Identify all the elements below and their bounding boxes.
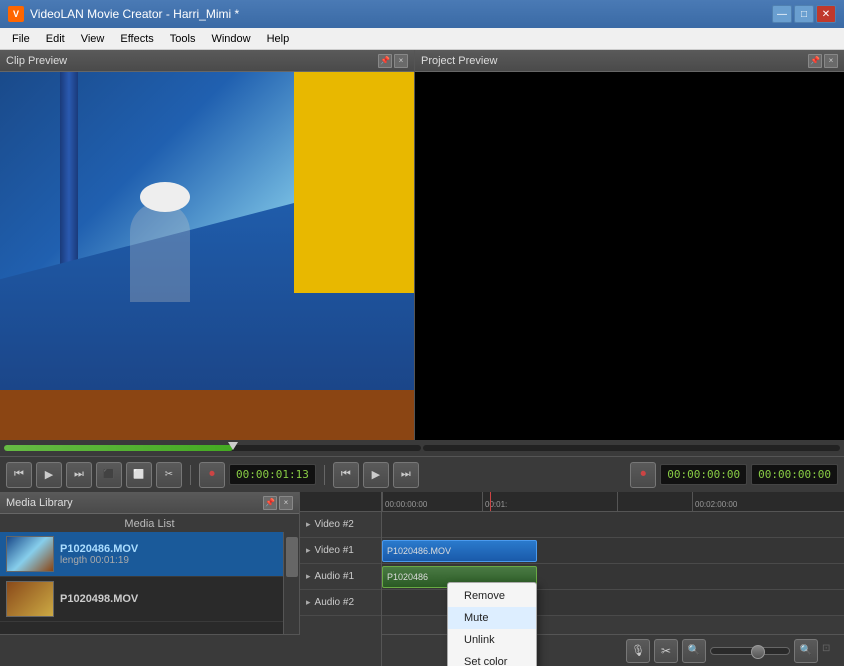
zoom-thumb — [751, 645, 765, 659]
media-name-1: P1020486.MOV — [60, 543, 277, 555]
cut-button[interactable]: ✂ — [654, 639, 678, 663]
menu-window[interactable]: Window — [203, 31, 258, 47]
track-label-audio1: ▸ Audio #1 — [300, 564, 381, 590]
menu-effects[interactable]: Effects — [112, 31, 161, 47]
main-content: Clip Preview 📌 × — [0, 50, 844, 666]
media-lib-pin[interactable]: 📌 — [263, 496, 277, 510]
minimize-button[interactable]: — — [772, 5, 792, 23]
separator-1 — [190, 465, 191, 485]
ruler-tick-3: 00:02:00:00 — [692, 492, 737, 511]
seek-bar-right[interactable] — [423, 445, 840, 451]
project-preview-close[interactable]: × — [824, 54, 838, 68]
separator-2 — [324, 465, 325, 485]
menu-bar: File Edit View Effects Tools Window Help — [0, 28, 844, 50]
menu-view[interactable]: View — [73, 31, 113, 47]
project-video-area — [415, 72, 844, 440]
seek-progress — [4, 445, 233, 451]
menu-tools[interactable]: Tools — [162, 31, 204, 47]
media-item-1[interactable]: P1020486.MOV length 00:01:19 — [0, 532, 283, 577]
track-row-video1[interactable]: P1020486.MOV — [382, 538, 844, 564]
resize-grip[interactable]: ⊡ — [822, 643, 838, 659]
window-title: VideoLAN Movie Creator - Harri_Mimi * — [30, 7, 766, 21]
transport-right-play[interactable]: ▶ — [363, 462, 389, 488]
ctx-set-color[interactable]: Set color — [448, 651, 536, 666]
timecode-right2: 00:00:00:00 — [751, 464, 838, 485]
app-icon: V — [8, 6, 24, 22]
menu-help[interactable]: Help — [259, 31, 298, 47]
window-controls: — □ ✕ — [772, 5, 836, 23]
media-scrollbar[interactable] — [283, 532, 299, 636]
clip-preview-pin[interactable]: 📌 — [378, 54, 392, 68]
bottom-section: Media Library 📌 × Media List P1020486.MO… — [0, 492, 844, 666]
track-label-video1: ▸ Video #1 — [300, 538, 381, 564]
timecode-right: 00:00:00:00 — [660, 464, 747, 485]
maximize-button[interactable]: □ — [794, 5, 814, 23]
transport-record[interactable]: ⏺ — [199, 462, 225, 488]
ctx-remove[interactable]: Remove — [448, 585, 536, 607]
media-length-1: length 00:01:19 — [60, 555, 277, 566]
media-list-label: Media List — [0, 514, 299, 532]
track-label-audio2: ▸ Audio #2 — [300, 590, 381, 616]
zoom-in-button[interactable]: 🔍 — [794, 639, 818, 663]
clip-preview-header: Clip Preview 📌 × — [0, 50, 414, 72]
ctx-unlink[interactable]: Unlink — [448, 629, 536, 651]
mic-button[interactable]: 🎙 — [626, 639, 650, 663]
timecode-left: 00:00:01:13 — [229, 464, 316, 485]
project-preview-header: Project Preview 📌 × — [415, 50, 844, 72]
close-button[interactable]: ✕ — [816, 5, 836, 23]
ruler-tick-2 — [617, 492, 620, 511]
transport-skip-fwd[interactable]: ⏭ — [66, 462, 92, 488]
project-preview-pin[interactable]: 📌 — [808, 54, 822, 68]
clip-preview-title: Clip Preview — [6, 55, 67, 67]
track-ruler-label — [300, 492, 381, 512]
transport-play[interactable]: ▶ — [36, 462, 62, 488]
clip-preview-close[interactable]: × — [394, 54, 408, 68]
track-row-video2 — [382, 512, 844, 538]
zoom-slider[interactable] — [710, 647, 790, 655]
transport-right-skip-fwd[interactable]: ⏭ — [393, 462, 419, 488]
seek-bar-row — [0, 440, 844, 456]
transport-row: ⏮ ▶ ⏭ ⬛ ⬜ ✂ ⏺ 00:00:01:13 ⏮ ▶ ⏭ ⏺ 00:00:… — [0, 456, 844, 492]
media-library-header: Media Library 📌 × — [0, 492, 299, 514]
media-name-2: P1020498.MOV — [60, 593, 277, 605]
bottom-toolbar: 🎙 ✂ 🔍 🔍 ⊡ — [0, 634, 844, 666]
transport-split[interactable]: ⬜ — [126, 462, 152, 488]
transport-record-right[interactable]: ⏺ — [630, 462, 656, 488]
media-thumb-2 — [6, 581, 54, 617]
playhead — [490, 492, 491, 512]
project-preview-panel: Project Preview 📌 × — [415, 50, 844, 440]
ruler-tick-0: 00:00:00:00 — [382, 492, 427, 511]
preview-row: Clip Preview 📌 × — [0, 50, 844, 440]
transport-skip-back[interactable]: ⏮ — [6, 462, 32, 488]
timeline-ruler: 00:00:00:00 00:01: 00:02:00:00 00:03:00:… — [382, 492, 844, 512]
seek-thumb — [228, 442, 238, 450]
media-library-title: Media Library — [6, 497, 73, 509]
project-preview-title: Project Preview — [421, 55, 497, 67]
media-list-area: P1020486.MOV length 00:01:19 P1020498.MO… — [0, 532, 299, 636]
context-menu: Remove Mute Unlink Set color — [447, 582, 537, 666]
media-thumb-1 — [6, 536, 54, 572]
title-bar: V VideoLAN Movie Creator - Harri_Mimi * … — [0, 0, 844, 28]
transport-cut[interactable]: ✂ — [156, 462, 182, 488]
scrollbar-thumb — [286, 537, 298, 577]
menu-edit[interactable]: Edit — [38, 31, 73, 47]
ctx-mute[interactable]: Mute — [448, 607, 536, 629]
zoom-out-button[interactable]: 🔍 — [682, 639, 706, 663]
clip-video1[interactable]: P1020486.MOV — [382, 540, 537, 562]
menu-file[interactable]: File — [4, 31, 38, 47]
clip-preview-panel: Clip Preview 📌 × — [0, 50, 415, 440]
transport-extract[interactable]: ⬛ — [96, 462, 122, 488]
seek-bar[interactable] — [4, 445, 421, 451]
ruler-tick-1: 00:01: — [482, 492, 507, 511]
track-labels: ▸ Video #2 ▸ Video #1 ▸ Audio #1 ▸ Audio… — [300, 492, 382, 666]
media-lib-close[interactable]: × — [279, 496, 293, 510]
transport-right-skip-back[interactable]: ⏮ — [333, 462, 359, 488]
track-label-video2: ▸ Video #2 — [300, 512, 381, 538]
media-item-2[interactable]: P1020498.MOV — [0, 577, 283, 622]
clip-video-area — [0, 72, 414, 440]
